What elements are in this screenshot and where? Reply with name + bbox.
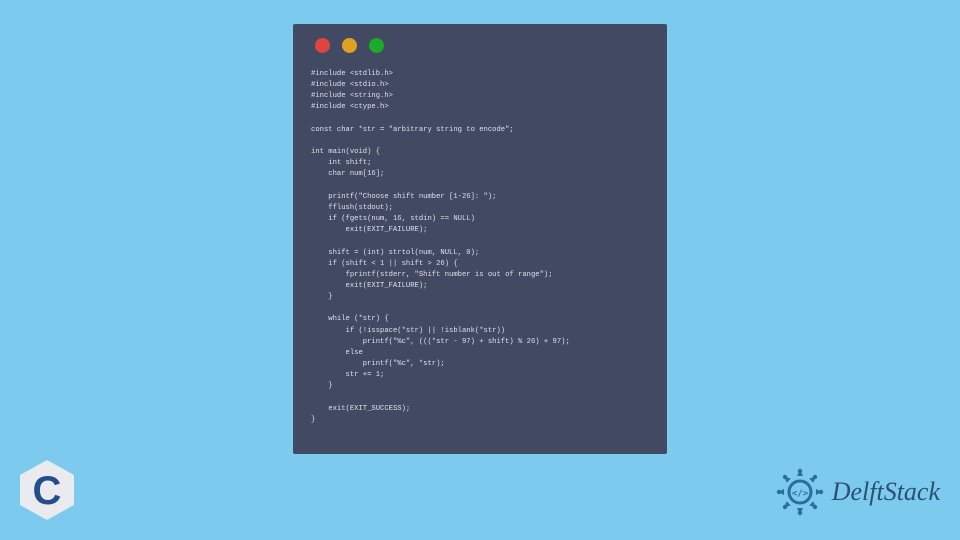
svg-text:</>: </>: [792, 489, 809, 499]
close-icon: [315, 38, 330, 53]
minimize-icon: [342, 38, 357, 53]
delftstack-brand: </> DelftStack: [776, 468, 940, 516]
delftstack-badge-icon: </>: [776, 468, 824, 516]
c-language-logo: C: [20, 460, 74, 520]
code-block: #include <stdlib.h> #include <stdio.h> #…: [311, 69, 649, 426]
maximize-icon: [369, 38, 384, 53]
code-window: #include <stdlib.h> #include <stdio.h> #…: [293, 24, 667, 454]
svg-text:C: C: [33, 469, 62, 513]
delftstack-label: DelftStack: [832, 477, 940, 507]
traffic-lights: [315, 38, 649, 53]
